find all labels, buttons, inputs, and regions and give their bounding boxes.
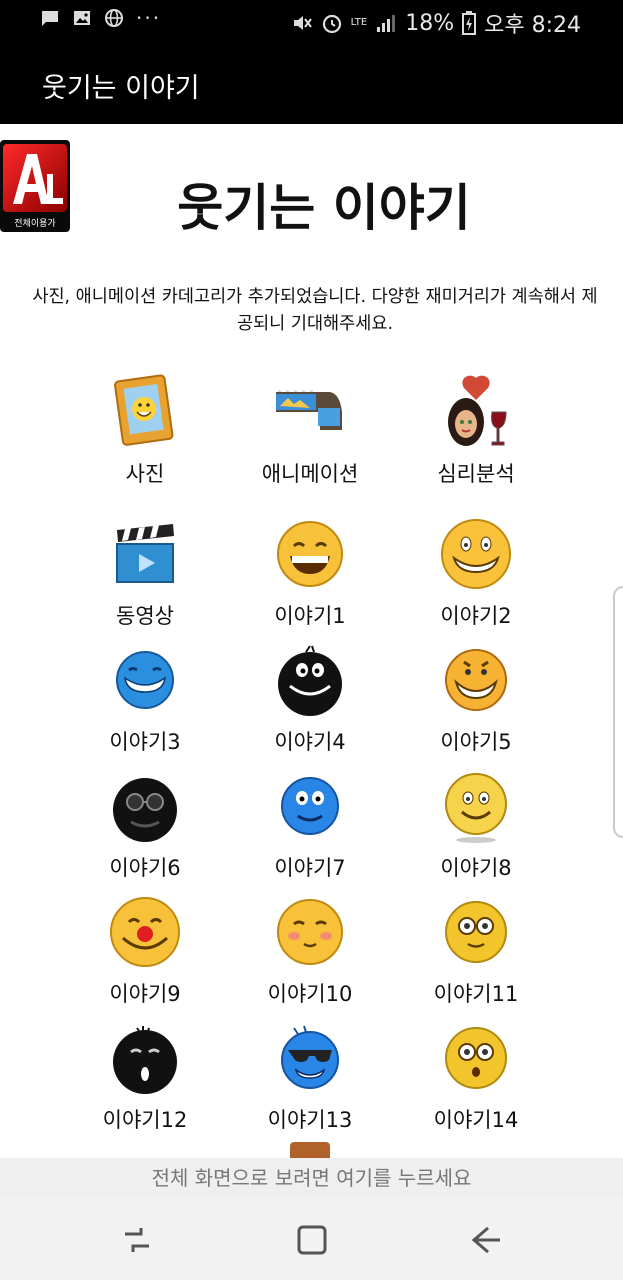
category-label: 이야기12 bbox=[102, 1108, 188, 1132]
category-story-11[interactable]: 이야기11 bbox=[391, 892, 561, 1008]
category-story-5[interactable]: 이야기5 bbox=[391, 640, 561, 756]
notice-text: 사진, 애니메이션 카데고리가 추가되었습니다. 다양한 재미거리가 계속해서 … bbox=[32, 287, 598, 334]
film-strip-icon bbox=[276, 390, 342, 430]
picture-frame-icon bbox=[114, 374, 174, 446]
blue-grin-smiley-icon bbox=[116, 651, 174, 709]
category-animation[interactable]: 애니메이션 bbox=[225, 372, 395, 488]
category-story-13[interactable]: 이야기13 bbox=[225, 1018, 395, 1134]
more-notifications: ··· bbox=[136, 6, 162, 30]
laughing-smiley-icon bbox=[277, 521, 343, 587]
big-grin-smiley-icon bbox=[445, 649, 507, 711]
category-label: 이야기13 bbox=[267, 1108, 353, 1132]
signal-icon bbox=[377, 15, 396, 32]
lte-label: LTE bbox=[350, 17, 368, 28]
black-grin-smiley-icon bbox=[278, 645, 342, 716]
category-label: 이야기7 bbox=[274, 856, 346, 880]
category-label: 이야기14 bbox=[433, 1108, 519, 1132]
category-label: 심리분석 bbox=[437, 462, 515, 486]
category-label: 이야기11 bbox=[433, 982, 519, 1006]
category-story-8[interactable]: 이야기8 bbox=[391, 766, 561, 882]
navigation-bar bbox=[0, 1198, 623, 1280]
woman-wine-icon bbox=[448, 375, 507, 446]
blushing-smiley-icon bbox=[277, 899, 343, 965]
black-surprised-smiley-icon bbox=[113, 1026, 177, 1094]
category-story-2[interactable]: 이야기2 bbox=[391, 514, 561, 630]
globe-icon bbox=[105, 9, 123, 27]
home-icon[interactable] bbox=[292, 1220, 332, 1260]
surprised-smiley-icon bbox=[445, 1027, 507, 1089]
category-video[interactable]: 동영상 bbox=[60, 514, 230, 630]
sunglasses-black-smiley-icon bbox=[113, 778, 177, 842]
category-psychology[interactable]: 심리분석 bbox=[391, 372, 561, 488]
category-label: 사진 bbox=[125, 462, 165, 486]
category-label: 이야기1 bbox=[274, 604, 346, 628]
category-photos[interactable]: 사진 bbox=[60, 372, 230, 488]
battery-percent: 18% bbox=[405, 10, 455, 36]
wide-eyed-smiley-icon bbox=[445, 901, 507, 963]
category-story-10[interactable]: 이야기10 bbox=[225, 892, 395, 1008]
app-bar: 웃기는 이야기 bbox=[0, 44, 623, 124]
category-label: 동영상 bbox=[116, 604, 174, 628]
category-label: 이야기2 bbox=[440, 604, 512, 628]
battery-icon bbox=[462, 11, 477, 35]
system-indicators: LTE 18% 오후 8:24 bbox=[291, 7, 581, 39]
category-story-1[interactable]: 이야기1 bbox=[225, 514, 395, 630]
alarm-icon bbox=[322, 14, 341, 34]
back-icon[interactable] bbox=[466, 1220, 506, 1260]
app-bar-title: 웃기는 이야기 bbox=[42, 73, 200, 104]
category-story-3[interactable]: 이야기3 bbox=[60, 640, 230, 756]
category-label: 이야기6 bbox=[109, 856, 181, 880]
category-label: 이야기8 bbox=[440, 856, 512, 880]
category-label: 이야기5 bbox=[440, 730, 512, 754]
mute-icon bbox=[293, 16, 312, 30]
message-icon bbox=[42, 11, 58, 26]
category-label: 이야기9 bbox=[109, 982, 181, 1006]
notification-icons: ··· bbox=[40, 8, 161, 28]
category-story-9[interactable]: 이야기9 bbox=[60, 892, 230, 1008]
clock: 오후 8:24 bbox=[484, 13, 581, 38]
page-title: 웃기는 이야기 bbox=[177, 179, 471, 237]
grinning-smiley-icon bbox=[441, 519, 511, 589]
blue-smiley-icon bbox=[281, 777, 339, 835]
category-label: 이야기4 bbox=[274, 730, 346, 754]
clapperboard-icon bbox=[116, 524, 174, 583]
category-label: 이야기3 bbox=[109, 730, 181, 754]
category-story-4[interactable]: 이야기4 bbox=[225, 640, 395, 756]
status-bar: ··· LTE 18% 오후 8:24 bbox=[0, 0, 623, 44]
category-story-7[interactable]: 이야기7 bbox=[225, 766, 395, 882]
edge-panel-handle[interactable] bbox=[613, 586, 623, 838]
recent-apps-icon[interactable] bbox=[117, 1220, 157, 1260]
fullscreen-banner-text: 전체 화면으로 보려면 여기를 누르세요 bbox=[151, 1166, 472, 1190]
gallery-icon bbox=[74, 11, 90, 25]
category-story-14[interactable]: 이야기14 bbox=[391, 1018, 561, 1134]
category-story-6[interactable]: 이야기6 bbox=[60, 766, 230, 882]
happy-smiley-icon bbox=[445, 773, 507, 843]
fullscreen-banner[interactable]: 전체 화면으로 보려면 여기를 누르세요 bbox=[0, 1158, 623, 1198]
clown-smiley-icon bbox=[110, 897, 180, 967]
blue-sunglasses-smiley-icon bbox=[281, 1025, 339, 1089]
category-label: 이야기10 bbox=[267, 982, 353, 1006]
category-label: 애니메이션 bbox=[261, 462, 359, 486]
category-story-12[interactable]: 이야기12 bbox=[60, 1018, 230, 1134]
